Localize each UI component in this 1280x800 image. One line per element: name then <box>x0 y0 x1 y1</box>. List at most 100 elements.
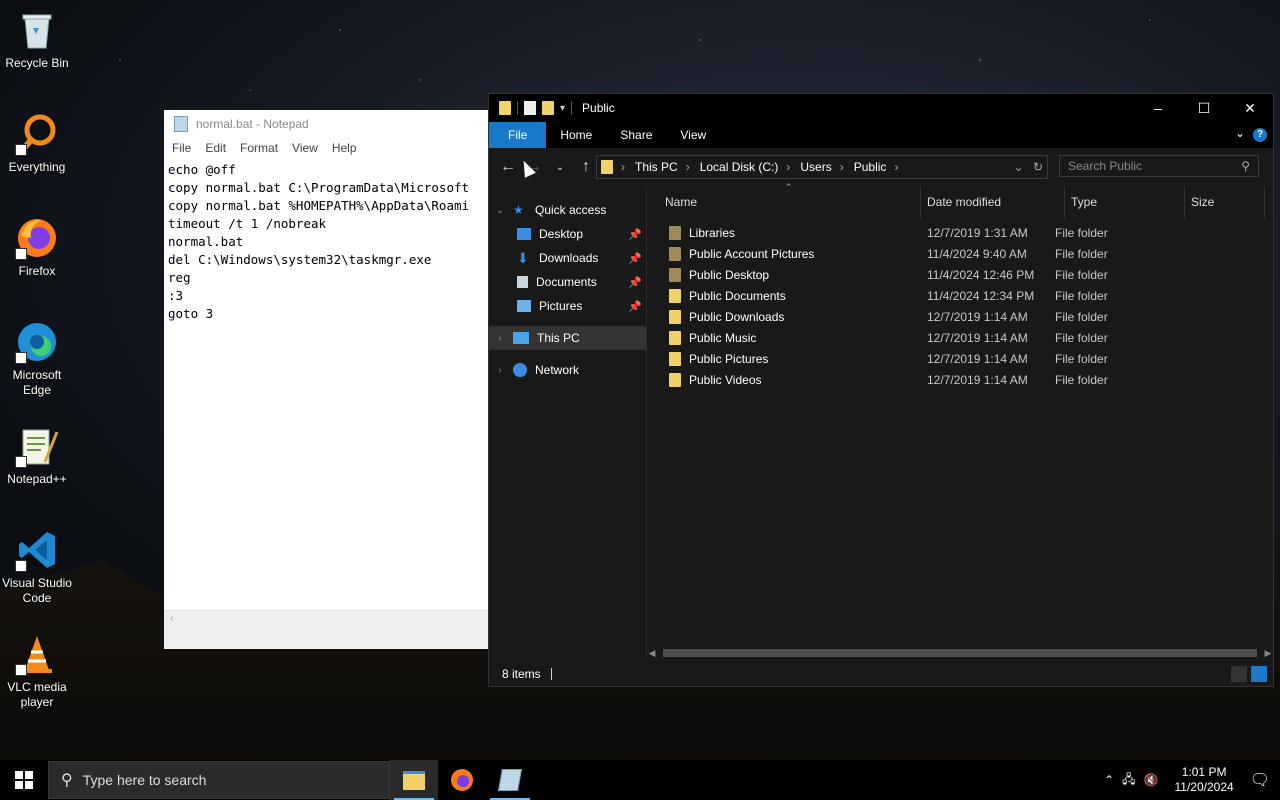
nav-downloads[interactable]: ⬇ Downloads 📌 <box>489 246 646 270</box>
recent-locations-icon[interactable]: ⌄ <box>547 162 573 173</box>
minimize-icon[interactable]: – <box>1135 94 1181 122</box>
tab-home[interactable]: Home <box>546 122 606 148</box>
table-row[interactable]: Public Pictures 12/7/2019 1:14 AM File fol… <box>647 348 1273 369</box>
help-icon[interactable]: ? <box>1253 128 1267 142</box>
back-arrow-icon[interactable]: ← <box>495 158 521 176</box>
menu-view[interactable]: View <box>292 141 318 155</box>
scroll-left-icon[interactable]: ◀ <box>647 648 657 659</box>
close-icon[interactable]: ✕ <box>1227 94 1273 122</box>
taskbar-file-explorer[interactable] <box>390 760 438 800</box>
horizontal-scrollbar[interactable]: ◀ ▶ <box>647 646 1273 660</box>
desktop-icon-firefox[interactable]: Firefox <box>0 216 74 279</box>
shortcut-arrow-icon <box>15 144 27 156</box>
breadcrumb-public[interactable]: Public <box>854 160 887 174</box>
desktop-icon-everything[interactable]: Everything <box>0 112 74 175</box>
menu-edit[interactable]: Edit <box>205 141 226 155</box>
breadcrumb-users[interactable]: Users <box>800 160 831 174</box>
tab-file[interactable]: File <box>489 122 547 148</box>
column-type[interactable]: Type <box>1065 186 1185 218</box>
file-explorer-window[interactable]: ▾ Public – ☐ ✕ File Home Share View ⌄ ? … <box>488 93 1274 687</box>
navigation-bar: ← → ⌄ ↑ › This PC › Local Disk (C:) › Us… <box>489 148 1273 186</box>
table-row[interactable]: Public Account Pictures 11/4/2024 9:40 AM… <box>647 243 1273 264</box>
nav-quick-access[interactable]: ⌄ ★ Quick access <box>489 198 646 222</box>
details-view-icon[interactable] <box>1231 666 1247 682</box>
breadcrumb-separator[interactable]: › <box>686 160 690 174</box>
scroll-right-icon[interactable]: ▶ <box>1263 648 1273 659</box>
volume-muted-icon[interactable]: 🔇 <box>1144 773 1159 787</box>
window-controls: – ☐ ✕ <box>1135 94 1273 122</box>
expand-chevron-icon[interactable]: › <box>493 333 507 344</box>
tab-share[interactable]: Share <box>606 122 666 148</box>
column-size[interactable]: Size <box>1185 186 1265 218</box>
network-status-icon[interactable]: 🖧 <box>1122 770 1135 791</box>
notepad-text-area[interactable]: echo @off copy normal.bat C:\ProgramData… <box>164 159 488 613</box>
properties-icon[interactable] <box>524 101 536 115</box>
notepad-menubar: File Edit Format View Help <box>164 137 488 159</box>
expand-ribbon-icon[interactable]: ⌄ <box>1235 126 1245 140</box>
breadcrumb-this-pc[interactable]: This PC <box>635 160 678 174</box>
desktop-icon-edge[interactable]: Microsoft Edge <box>0 320 74 398</box>
notepad-horizontal-scrollbar[interactable]: ‹ <box>164 610 488 649</box>
file-name: Public Pictures <box>689 351 769 366</box>
column-label: Date modified <box>927 195 1002 209</box>
show-hidden-icons-icon[interactable]: ⌃ <box>1104 773 1114 787</box>
table-row[interactable]: Public Videos 12/7/2019 1:14 AM File folde… <box>647 369 1273 390</box>
refresh-icon[interactable]: ↻ <box>1033 160 1043 174</box>
notepad-window[interactable]: normal.bat - Notepad File Edit Format Vi… <box>164 110 488 649</box>
table-row[interactable]: Public Desktop 11/4/2024 12:46 PM File fol… <box>647 264 1273 285</box>
column-date-modified[interactable]: Date modified <box>921 186 1065 218</box>
nav-desktop[interactable]: Desktop 📌 <box>489 222 646 246</box>
folder-icon <box>669 267 681 282</box>
scroll-left-icon[interactable]: ‹ <box>170 613 173 624</box>
customize-toolbar-icon[interactable]: ▾ <box>560 103 565 114</box>
breadcrumb-local-disk[interactable]: Local Disk (C:) <box>700 160 779 174</box>
table-row[interactable]: Public Documents 11/4/2024 12:34 PM File f… <box>647 285 1273 306</box>
start-button[interactable] <box>0 760 48 800</box>
nav-documents[interactable]: Documents 📌 <box>489 270 646 294</box>
notifications-icon[interactable]: 🗨 <box>1250 770 1270 790</box>
column-label: Type <box>1071 195 1098 209</box>
nav-network[interactable]: › Network <box>489 358 646 382</box>
address-dropdown-icon[interactable]: ⌄ <box>1014 160 1024 174</box>
collapse-chevron-icon[interactable]: ⌄ <box>493 205 507 216</box>
nav-this-pc[interactable]: › This PC <box>489 326 646 350</box>
notepad-titlebar[interactable]: normal.bat - Notepad <box>164 110 488 137</box>
address-bar[interactable]: › This PC › Local Disk (C:) › Users › Pu… <box>596 155 1048 179</box>
table-row[interactable]: Public Downloads 12/7/2019 1:14 AM File fo… <box>647 306 1273 327</box>
search-input[interactable]: Search Public <box>1068 159 1142 173</box>
new-folder-icon[interactable] <box>542 101 554 115</box>
taskbar-search[interactable]: ⚲ Type here to search <box>48 761 390 799</box>
search-box[interactable]: Search Public ⚲ <box>1059 155 1259 177</box>
taskbar-firefox[interactable] <box>438 760 486 800</box>
tab-view[interactable]: View <box>666 122 720 148</box>
file-name: Public Music <box>689 330 757 345</box>
explorer-titlebar[interactable]: ▾ Public – ☐ ✕ <box>489 94 1273 122</box>
taskbar-notepad[interactable] <box>486 760 534 800</box>
breadcrumb-separator[interactable]: › <box>894 160 898 174</box>
shortcut-arrow-icon <box>15 664 27 676</box>
nav-pictures[interactable]: Pictures 📌 <box>489 294 646 318</box>
menu-help[interactable]: Help <box>332 141 357 155</box>
column-name[interactable]: Name <box>647 186 921 218</box>
sort-ascending-icon: ⌃ <box>785 182 793 192</box>
file-date: 12/7/2019 1:14 AM <box>927 330 1028 345</box>
notepadpp-icon <box>15 424 59 468</box>
desktop-icon-vscode[interactable]: Visual Studio Code <box>0 528 74 606</box>
clock[interactable]: 1:01 PM 11/20/2024 <box>1167 765 1242 795</box>
menu-file[interactable]: File <box>172 141 191 155</box>
breadcrumb-separator: › <box>621 160 625 174</box>
desktop-icon-vlc[interactable]: VLC media player <box>0 632 74 710</box>
scrollbar-thumb[interactable] <box>663 649 1257 657</box>
breadcrumb-separator[interactable]: › <box>786 160 790 174</box>
table-row[interactable]: Libraries 12/7/2019 1:31 AM File folder <box>647 222 1273 243</box>
file-type: File folder <box>1055 288 1108 303</box>
maximize-icon[interactable]: ☐ <box>1181 94 1227 122</box>
desktop-icon-recycle-bin[interactable]: Recycle Bin <box>0 8 74 71</box>
large-icons-view-icon[interactable] <box>1251 666 1267 682</box>
expand-chevron-icon[interactable]: › <box>493 365 507 376</box>
desktop-icon-notepadpp[interactable]: Notepad++ <box>0 424 74 487</box>
breadcrumb-separator[interactable]: › <box>840 160 844 174</box>
menu-format[interactable]: Format <box>240 141 278 155</box>
table-row[interactable]: Public Music 12/7/2019 1:14 AM File folder <box>647 327 1273 348</box>
taskbar-search-input[interactable]: Type here to search <box>83 772 207 788</box>
